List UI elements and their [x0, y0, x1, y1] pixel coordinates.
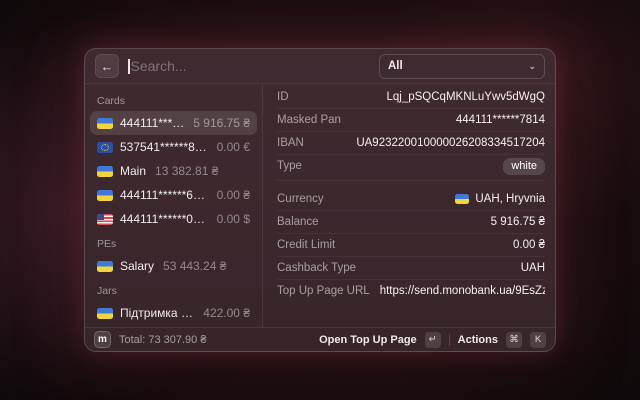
- detail-label: Balance: [277, 216, 319, 228]
- detail-row: Top Up Page URL https://send.monobank.ua…: [277, 280, 545, 302]
- detail-panel: ID Lqj_pSQCqMKNLuYwv5dWgQ Masked Pan 444…: [263, 84, 555, 327]
- total-balance: Total: 73 307.90 ₴: [119, 334, 206, 346]
- content: Cards 444111******7814 5 916.75 ₴ 537541…: [85, 84, 555, 327]
- item-amount: 422.00 ₴: [203, 306, 250, 320]
- section-items: Salary 53 443.24 ₴: [90, 254, 257, 278]
- detail-value: UAH: [521, 262, 545, 274]
- detail-value: UA923220010000026208334517204: [356, 137, 545, 149]
- detail-label: IBAN: [277, 137, 304, 149]
- detail-row: Balance 5 916.75 ₴: [277, 211, 545, 234]
- detail-row: Masked Pan 444111******7814: [277, 109, 545, 132]
- detail-row: Cashback Type UAH: [277, 257, 545, 280]
- detail-value: 444111******7814: [456, 114, 545, 126]
- section-title: Jars: [90, 278, 257, 301]
- item-name: Salary: [120, 259, 154, 273]
- search-input[interactable]: [131, 58, 371, 74]
- monobank-logo: m: [94, 331, 111, 348]
- sidebar-section: Jars Підтримка ДеДешевше 422.00 ₴: [90, 278, 257, 325]
- list-item[interactable]: Main 13 382.81 ₴: [90, 159, 257, 183]
- actions-menu-button[interactable]: Actions: [458, 334, 498, 346]
- detail-row: IBAN UA923220010000026208334517204: [277, 132, 545, 155]
- item-name: Main: [120, 164, 146, 178]
- flag-icon: [97, 261, 113, 272]
- item-name: Підтримка ДеДешевше: [120, 306, 194, 320]
- list-item[interactable]: 444111******0162 0.00 $: [90, 207, 257, 231]
- list-item[interactable]: Підтримка ДеДешевше 422.00 ₴: [90, 301, 257, 325]
- flag-icon: [97, 166, 113, 177]
- detail-value: Lqj_pSQCqMKNLuYwv5dWgQ: [386, 91, 545, 103]
- section-items: 444111******7814 5 916.75 ₴ 537541******…: [90, 111, 257, 231]
- detail-value: UAH, Hryvnia: [455, 193, 545, 205]
- item-name: 444111******0162: [120, 212, 208, 226]
- sidebar: Cards 444111******7814 5 916.75 ₴ 537541…: [85, 84, 263, 327]
- item-amount: 0.00 $: [217, 212, 250, 226]
- flag-icon: [97, 118, 113, 129]
- detail-row: Credit Limit 0.00 ₴: [277, 234, 545, 257]
- sidebar-section: Cards 444111******7814 5 916.75 ₴ 537541…: [90, 88, 257, 231]
- flag-icon: [97, 308, 113, 319]
- primary-action-button[interactable]: Open Top Up Page: [319, 334, 417, 346]
- sidebar-section: PEs Salary 53 443.24 ₴: [90, 231, 257, 278]
- text-caret: [128, 59, 130, 74]
- chevron-down-icon: ⌄: [528, 61, 536, 72]
- filter-dropdown[interactable]: All ⌄: [379, 54, 545, 79]
- k-key-icon: K: [530, 332, 546, 348]
- back-button[interactable]: ←: [95, 54, 119, 78]
- detail-value: 5 916.75 ₴: [491, 216, 545, 228]
- top-up-url-link[interactable]: https://send.monobank.ua/9EsZzyzYS5↗: [380, 285, 545, 298]
- flag-icon: [97, 142, 113, 153]
- flag-icon: [455, 194, 469, 204]
- footer-divider: [449, 334, 450, 346]
- type-badge: white: [503, 158, 545, 175]
- item-amount: 53 443.24 ₴: [163, 259, 226, 273]
- detail-row: Currency UAH, Hryvnia: [277, 188, 545, 211]
- flag-icon: [97, 190, 113, 201]
- item-name: 444111******7814: [120, 116, 184, 130]
- list-item[interactable]: 444111******6398 0.00 ₴: [90, 183, 257, 207]
- search-field-wrap: [128, 58, 370, 74]
- detail-value: white: [503, 156, 545, 177]
- list-item[interactable]: 444111******7814 5 916.75 ₴: [90, 111, 257, 135]
- flag-icon: [97, 214, 113, 225]
- detail-label: Masked Pan: [277, 114, 341, 126]
- search-bar: ← All ⌄: [85, 49, 555, 84]
- detail-label: Top Up Page URL: [277, 285, 370, 297]
- detail-row: ID Lqj_pSQCqMKNLuYwv5dWgQ: [277, 86, 545, 109]
- footer-bar: m Total: 73 307.90 ₴ Open Top Up Page ↵ …: [85, 327, 555, 351]
- list-item[interactable]: 537541******8844 0.00 €: [90, 135, 257, 159]
- detail-value: 0.00 ₴: [513, 239, 545, 251]
- detail-row: Type white: [277, 155, 545, 177]
- cmd-key-icon: ⌘: [506, 332, 522, 348]
- detail-label: Type: [277, 160, 302, 172]
- list-item[interactable]: Salary 53 443.24 ₴: [90, 254, 257, 278]
- item-amount: 13 382.81 ₴: [155, 164, 218, 178]
- back-arrow-icon: ←: [101, 59, 114, 74]
- section-title: Cards: [90, 88, 257, 111]
- command-palette-window: ← All ⌄ Cards 444111******7814 5 916.75 …: [84, 48, 556, 352]
- detail-group: Currency UAH, Hryvnia Balance 5 916.75 ₴…: [277, 188, 545, 302]
- detail-label: Credit Limit: [277, 239, 335, 251]
- filter-dropdown-value: All: [388, 60, 403, 72]
- item-amount: 5 916.75 ₴: [193, 116, 250, 130]
- enter-key-icon: ↵: [425, 332, 441, 348]
- item-amount: 0.00 ₴: [217, 188, 250, 202]
- detail-label: ID: [277, 91, 289, 103]
- detail-group: ID Lqj_pSQCqMKNLuYwv5dWgQ Masked Pan 444…: [277, 86, 545, 181]
- detail-label: Currency: [277, 193, 324, 205]
- section-items: Підтримка ДеДешевше 422.00 ₴: [90, 301, 257, 325]
- item-name: 444111******6398: [120, 188, 208, 202]
- item-name: 537541******8844: [120, 140, 208, 154]
- detail-label: Cashback Type: [277, 262, 356, 274]
- section-title: PEs: [90, 231, 257, 254]
- item-amount: 0.00 €: [217, 140, 250, 154]
